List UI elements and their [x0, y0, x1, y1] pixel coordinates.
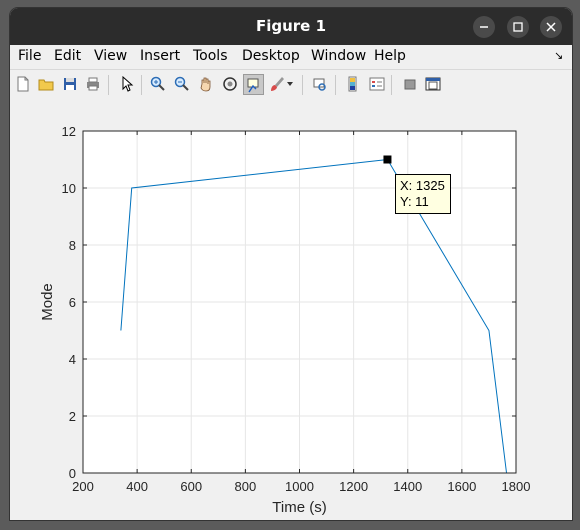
colorbar-icon[interactable] — [343, 74, 363, 94]
link-plot-icon[interactable] — [310, 74, 330, 94]
datatip-marker — [383, 155, 392, 164]
x-tick-label: 1600 — [447, 479, 476, 494]
menu-file[interactable]: File — [18, 48, 41, 64]
x-tick-label: 1800 — [502, 479, 531, 494]
figure-canvas: 200 400 600 800 1000 1200 1400 1600 1800 0 2 4 6 8 10 1… — [10, 100, 572, 520]
new-figure-icon[interactable] — [13, 74, 33, 94]
menu-edit[interactable]: Edit — [54, 48, 81, 64]
title-bar: Figure 1 — [10, 8, 572, 45]
maximize-icon — [513, 22, 523, 32]
y-axis-label: Mode — [39, 283, 56, 321]
menu-view[interactable]: View — [94, 48, 127, 64]
datatip-y-value: Y: 11 — [400, 194, 429, 209]
maximize-button[interactable] — [507, 16, 529, 38]
minimize-icon — [480, 26, 488, 28]
pan-hand-icon[interactable] — [196, 74, 216, 94]
close-icon — [546, 22, 556, 32]
y-tick-label: 0 — [69, 466, 76, 481]
menu-tools[interactable]: Tools — [193, 48, 228, 64]
toolbar-separator — [391, 75, 392, 95]
data-cursor-icon[interactable] — [243, 74, 264, 95]
line-chart[interactable]: 200 400 600 800 1000 1200 1400 1600 1800 0 2 4 6 8 10 1… — [10, 100, 572, 520]
y-tick-label: 8 — [69, 238, 76, 253]
x-tick-label: 1200 — [339, 479, 368, 494]
figure-toolbar — [10, 70, 572, 101]
x-tick-label: 1000 — [285, 479, 314, 494]
y-tick-label: 6 — [69, 295, 76, 310]
save-icon[interactable] — [60, 74, 80, 94]
open-file-icon[interactable] — [36, 74, 56, 94]
zoom-out-icon[interactable] — [172, 74, 192, 94]
menu-bar: File Edit View Insert Tools Desktop Wind… — [10, 45, 572, 70]
chevron-down-icon[interactable] — [285, 74, 295, 94]
menu-insert[interactable]: Insert — [140, 48, 180, 64]
menu-desktop[interactable]: Desktop — [242, 48, 300, 64]
toolbar-separator — [335, 75, 336, 95]
x-tick-label: 600 — [180, 479, 202, 494]
zoom-in-icon[interactable] — [148, 74, 168, 94]
x-axis-label: Time (s) — [272, 499, 326, 516]
toolbar-separator — [302, 75, 303, 95]
close-button[interactable] — [540, 16, 562, 38]
hide-plot-tools-icon[interactable] — [400, 74, 420, 94]
data-tip[interactable]: X: 1325 Y: 11 — [395, 174, 451, 214]
y-tick-label: 2 — [69, 409, 76, 424]
brush-icon[interactable] — [267, 74, 287, 94]
y-tick-label: 4 — [69, 352, 76, 367]
menu-help[interactable]: Help — [374, 48, 406, 64]
x-tick-label: 800 — [235, 479, 257, 494]
show-plot-tools-icon[interactable] — [423, 74, 443, 94]
toolbar-separator — [141, 75, 142, 95]
x-tick-label: 1400 — [393, 479, 422, 494]
edit-plot-arrow-icon[interactable] — [117, 74, 137, 94]
toolbar-separator — [108, 75, 109, 95]
dock-arrow-icon[interactable]: ↘ — [554, 49, 563, 62]
datatip-x-value: X: 1325 — [400, 178, 445, 193]
y-tick-label: 12 — [62, 124, 76, 139]
figure-window: Figure 1 File Edit View Insert Tools Des… — [10, 8, 572, 520]
rotate-3d-icon[interactable] — [220, 74, 240, 94]
x-tick-label: 200 — [72, 479, 94, 494]
print-icon[interactable] — [83, 74, 103, 94]
menu-window[interactable]: Window — [311, 48, 366, 64]
minimize-button[interactable] — [473, 16, 495, 38]
x-tick-label: 400 — [126, 479, 148, 494]
legend-icon[interactable] — [367, 74, 387, 94]
y-tick-label: 10 — [62, 181, 76, 196]
